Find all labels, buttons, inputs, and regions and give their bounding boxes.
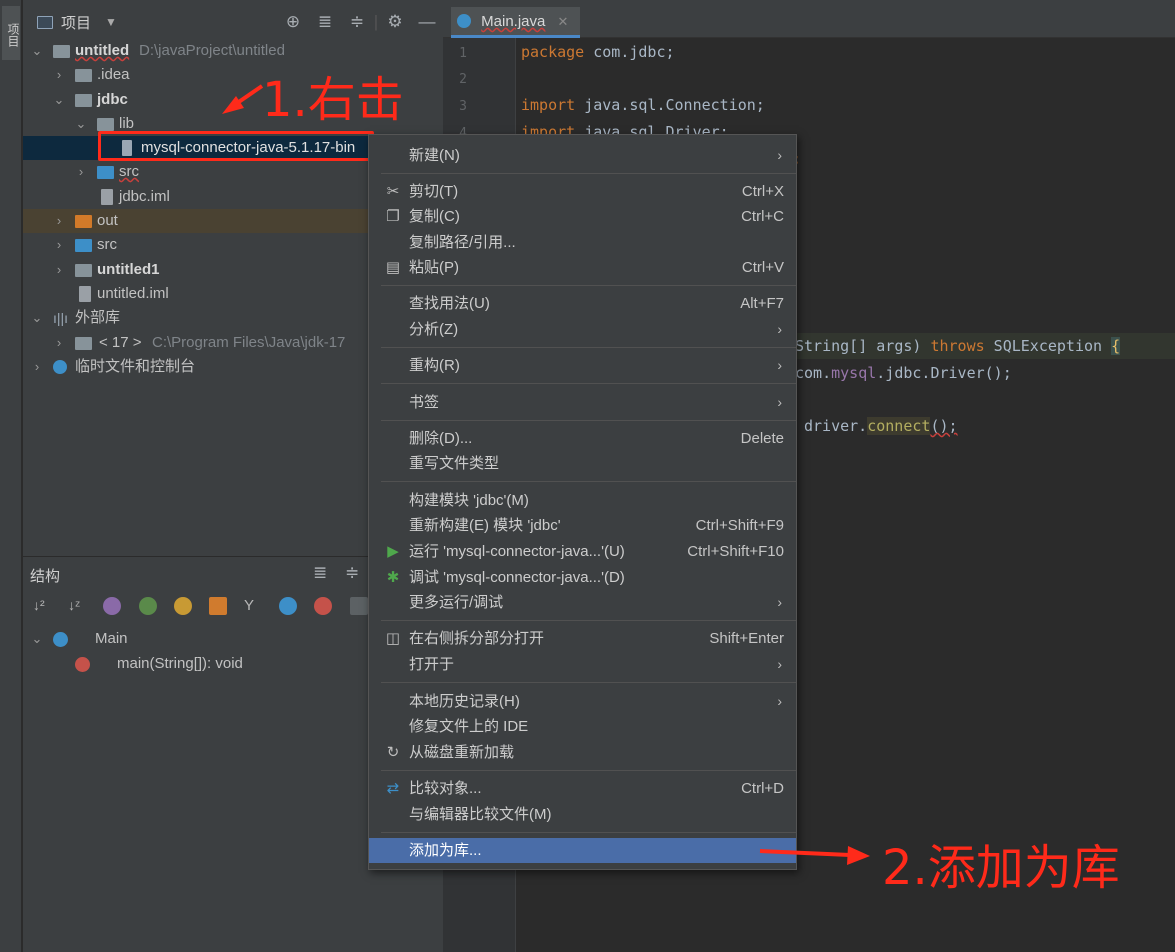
annotation-arrows: [222, 84, 870, 865]
annotation-step2: 2.添加为库: [882, 840, 1120, 896]
arrow-step2: [759, 846, 870, 865]
annotation-step1: 1.右击: [262, 72, 404, 128]
arrow-step1: [222, 84, 264, 114]
